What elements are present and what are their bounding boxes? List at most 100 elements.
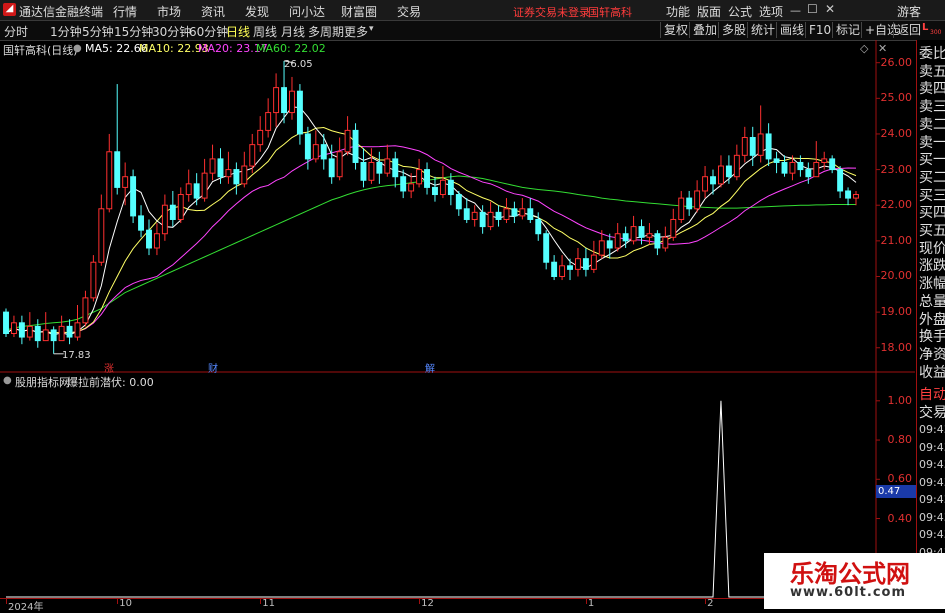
trade-label[interactable]: 交易 [919,402,945,422]
candle-body [66,325,73,338]
candle [58,315,65,342]
menu-wealth[interactable]: 财富圈 [341,3,377,20]
candle [336,137,343,181]
candle [741,126,748,163]
tab-monthly[interactable]: 月线 [281,23,305,40]
candle [82,290,89,327]
candle-body [813,161,820,178]
candle [273,73,280,127]
menu-market[interactable]: 市场 [157,3,181,20]
settings-icon[interactable]: ● [73,43,82,54]
menu-options[interactable]: 选项 [759,3,783,20]
candle [575,247,581,277]
close-icon[interactable]: ✕ [825,2,835,16]
candle [344,116,351,156]
candle-body [122,176,129,188]
login-status[interactable]: 证券交易未登录 [513,4,590,20]
menu-news[interactable]: 资讯 [201,3,225,20]
chevron-down-icon[interactable]: ▾ [369,24,374,34]
trade-time: 09:43 [919,510,945,524]
candle [130,169,137,224]
candle [590,240,597,273]
candle [749,126,756,167]
candle [519,198,526,220]
close-pane-icon[interactable]: ✕ [878,42,887,55]
diamond-icon[interactable]: ◇ [860,42,868,55]
menu-layout[interactable]: 版面 [697,3,721,20]
tab-timeshare[interactable]: 分时 [4,23,28,40]
candle-body [153,233,160,249]
candle [781,155,788,177]
panel-corner: L [922,22,929,33]
sub-y-tick-label: 0.80 [887,433,913,447]
guest-label[interactable]: 游客 [897,3,921,20]
candle-body [439,179,446,196]
candle [289,76,295,120]
candle-body [328,158,335,178]
y-tick-label: 23.00 [880,162,913,176]
candle [368,148,375,184]
x-tick [585,598,587,604]
tab-1min[interactable]: 1分钟 [50,23,82,40]
x-tick [117,598,119,604]
candle-body [733,154,740,178]
btn-multi-stock[interactable]: 多股 [718,22,749,38]
candle [384,144,391,177]
candle [725,155,732,184]
btn-mark[interactable]: 标记 [832,22,863,38]
candle-body [161,204,168,235]
candle [3,308,9,338]
menu-function[interactable]: 功能 [666,3,690,20]
y-tick-label: 21.00 [880,233,913,247]
candle-body [360,161,367,181]
candle-body [845,190,852,199]
candle [153,223,160,256]
candle [177,187,184,224]
candle-body [829,158,836,171]
btn-stats[interactable]: 统计 [747,22,778,38]
candle-body [717,165,724,185]
menu-quotes[interactable]: 行情 [113,3,137,20]
candle-body [257,129,264,146]
candle-body [3,311,9,334]
candle [281,60,288,124]
tab-weekly[interactable]: 周线 [253,23,277,40]
btn-adjust[interactable]: 复权 [660,22,691,38]
candle-body [304,133,311,160]
btn-f10[interactable]: F10 [805,22,834,38]
candle-body [630,226,637,242]
candle [265,98,272,138]
candle-body [654,233,661,249]
menu-trade[interactable]: 交易 [397,3,421,20]
minimize-icon[interactable]: — [790,4,801,17]
settings-icon-sub[interactable]: ● [3,375,12,386]
candle-body [320,144,327,160]
btn-draw[interactable]: 画线 [776,22,807,38]
tab-15min[interactable]: 15分钟 [114,23,153,40]
tab-multi-period[interactable]: 多周期 [308,23,344,40]
trade-label[interactable]: 自动 [919,384,945,404]
candle [225,151,232,184]
candle [686,190,693,216]
tab-5min[interactable]: 5分钟 [82,23,114,40]
candle-body [225,169,232,178]
candle [185,169,192,202]
btn-back[interactable]: 返回 [893,22,924,38]
candle [503,198,510,224]
tab-more[interactable]: 更多 [344,23,368,40]
menu-ask[interactable]: 问小达 [289,3,325,20]
tab-daily[interactable]: 日线 [226,23,250,40]
candle [757,105,764,163]
kline-chart[interactable] [0,40,915,373]
candle [312,130,319,163]
menu-discover[interactable]: 发现 [245,3,269,20]
menu-formula[interactable]: 公式 [728,3,752,20]
maximize-icon[interactable]: ☐ [807,2,818,16]
candles [3,60,859,354]
tab-60min[interactable]: 60分钟 [189,23,228,40]
candle [138,205,145,238]
menu-bar [0,0,945,21]
tab-30min[interactable]: 30分钟 [152,23,191,40]
btn-overlay[interactable]: 叠加 [689,22,720,38]
candle [487,201,494,231]
